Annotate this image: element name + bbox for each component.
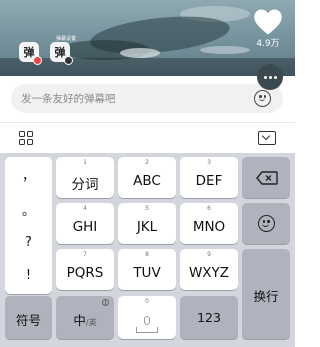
key-5[interactable]: 5 JKL [118,203,176,244]
punct-period-key[interactable]: 。 [5,200,52,219]
key-2[interactable]: 2 ABC [118,157,176,198]
key-number: 0 [145,298,149,305]
key-number: 4 [83,205,87,212]
lang-main: 中 [73,313,86,328]
key-3[interactable]: 3 DEF [180,157,238,198]
like-count: 4.9万 [256,39,280,49]
like-button[interactable]: 4.9万 [253,8,283,49]
video-frame-detail [200,46,250,54]
key-8[interactable]: 8 TUV [118,249,176,290]
language-label: 中/英 [56,310,114,329]
key-number: 5 [145,205,149,212]
punctuation-list[interactable]: ， 。 ? ! [5,157,52,294]
more-dot [268,75,272,79]
key-number: 3 [207,159,211,166]
lang-alt: /英 [85,318,97,327]
numbers-key[interactable]: 123 [180,296,238,339]
key-7[interactable]: 7 PQRS [56,249,114,290]
globe-icon [102,299,109,306]
backspace-key[interactable] [242,157,290,198]
heart-icon [254,9,282,35]
keyboard: ， 。 ? ! 1 分词 2 ABC 3 DEF 4 GHI 5 JKL 6 M… [0,153,295,347]
video-frame-shade [0,58,295,76]
symbols-key[interactable]: 符号 [5,296,52,339]
grid-cell [27,139,33,145]
microphone-icon [144,315,150,325]
keyboard-toolbar [0,122,295,153]
enter-key[interactable]: 换行 [242,249,290,339]
more-dot [273,75,277,79]
emoji-mouth [259,98,265,101]
emoji-key[interactable] [242,203,290,244]
apps-grid-icon[interactable] [19,131,33,145]
space-key[interactable]: 0 [118,296,176,339]
grid-cell [19,131,25,137]
key-number: 9 [207,251,211,258]
danmu-input-container[interactable] [11,84,283,113]
backspace-icon [256,170,278,185]
key-number: 8 [145,251,149,258]
settings-icon [64,56,73,65]
danmu-toggle-button[interactable]: 弹 [19,42,42,65]
hide-keyboard-icon[interactable] [258,131,276,145]
key-number: 1 [83,159,87,166]
danmu-input[interactable] [21,84,241,113]
punct-question-key[interactable]: ? [5,235,52,250]
key-6[interactable]: 6 MNO [180,203,238,244]
emoji-icon[interactable] [254,90,271,107]
key-label: DEF [195,173,223,189]
language-switch-key[interactable]: 中/英 [56,296,114,339]
punct-exclaim-key[interactable]: ! [5,268,52,283]
danmu-off-icon [33,56,42,65]
danmu-setting-caption: 弹幕设置 [56,36,77,42]
key-label: TUV [133,265,161,281]
danmu-input-bar [0,76,295,122]
enter-label: 换行 [253,289,279,304]
key-number: 6 [207,205,211,212]
danmu-settings-button[interactable]: 弹 [50,42,73,65]
key-label: 分词 [71,177,99,193]
grid-cell [19,139,25,145]
key-label: ABC [133,173,161,189]
key-label: PQRS [66,265,104,281]
key-label: WXYZ [188,265,230,281]
key-number: 2 [145,159,149,166]
numbers-label: 123 [197,310,221,325]
key-label: GHI [72,219,98,235]
key-9[interactable]: 9 WXYZ [180,249,238,290]
key-number: 7 [83,251,87,258]
symbols-label: 符号 [15,313,41,328]
key-label: JKL [136,219,158,235]
video-frame-detail [120,48,160,58]
key-4[interactable]: 4 GHI [56,203,114,244]
punct-comma-key[interactable]: ， [5,165,52,184]
emoji-icon [257,215,275,232]
emoji-mouth [262,223,269,227]
video-player[interactable]: 弹幕设置 弹 弹 4.9万 [0,0,295,76]
key-label: MNO [192,219,226,235]
key-1[interactable]: 1 分词 [56,157,114,198]
space-icon [136,327,158,333]
more-options-button[interactable] [257,64,283,90]
more-dots-icon [263,75,267,79]
grid-cell [27,131,33,137]
